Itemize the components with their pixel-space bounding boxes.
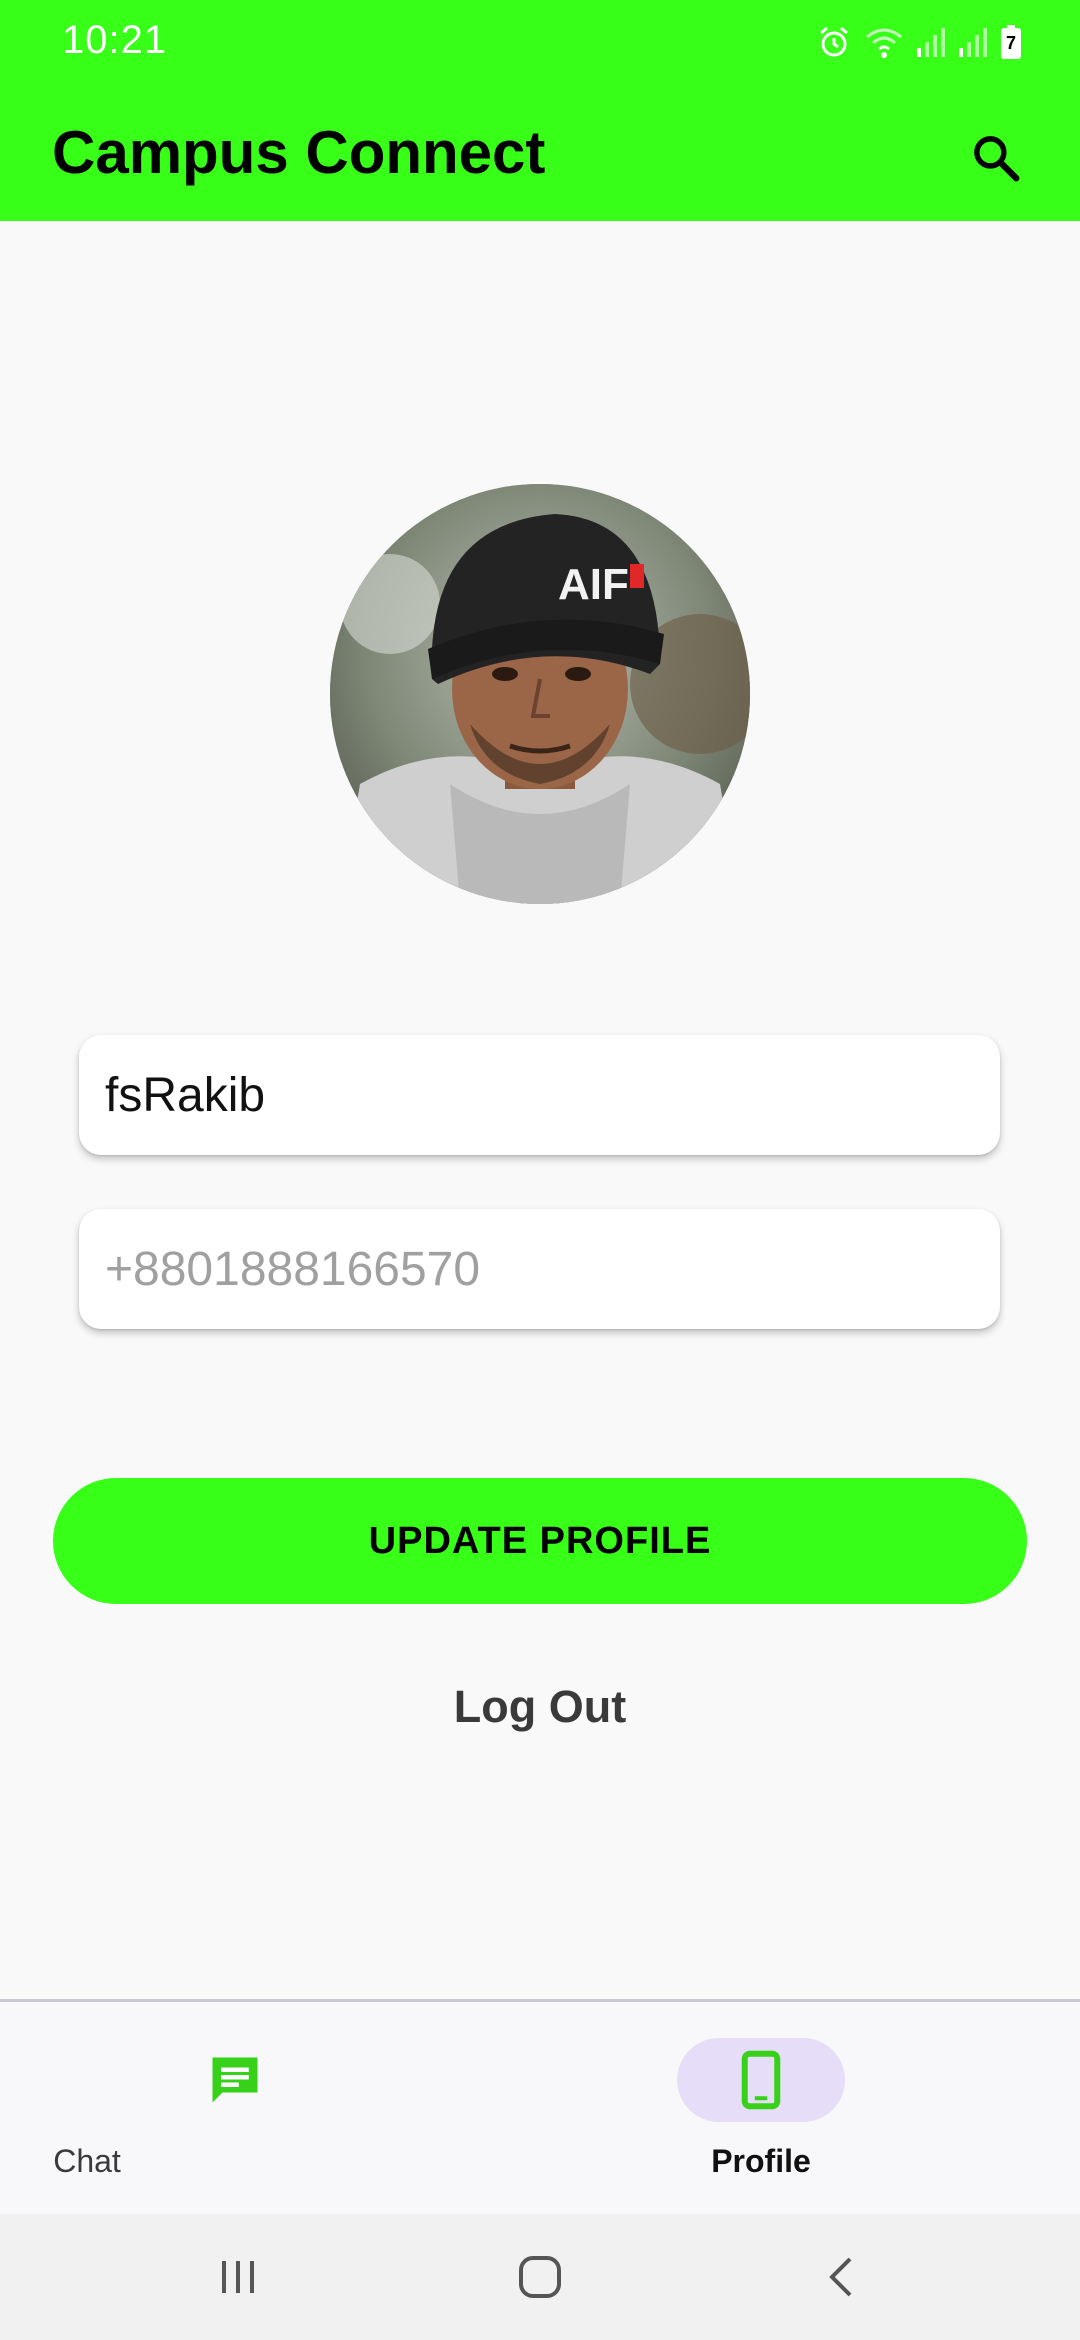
phone-icon <box>741 2050 781 2110</box>
wifi-icon <box>864 25 904 59</box>
status-icons: 7 <box>816 22 1022 62</box>
app-bar: 10:21 7 Campus Connect <box>0 0 1080 221</box>
nav-label-chat: Chat <box>53 2143 121 2179</box>
home-icon <box>519 2256 561 2298</box>
avatar-photo: AIF <box>330 484 750 904</box>
bottom-navigation: Chat Profile <box>0 1999 1080 2214</box>
username-field[interactable] <box>79 1035 1000 1155</box>
phone-input[interactable] <box>105 1209 974 1329</box>
signal-icon <box>916 26 946 58</box>
nav-item-profile[interactable]: Profile <box>540 2002 1080 2214</box>
nav-label-profile: Profile <box>711 2143 811 2179</box>
back-button[interactable] <box>802 2237 882 2317</box>
nav-item-chat[interactable]: Chat <box>0 2002 540 2214</box>
update-profile-button[interactable]: UPDATE PROFILE <box>53 1478 1027 1604</box>
home-button[interactable] <box>500 2237 580 2317</box>
svg-text:AIF: AIF <box>558 560 629 609</box>
profile-screen: 10:21 7 Campus Connect AIF fsRakib +8801… <box>0 0 1080 2340</box>
chat-icon <box>212 2057 258 2103</box>
recent-apps-button[interactable] <box>198 2237 278 2317</box>
logout-button[interactable]: Log Out <box>390 1672 690 1742</box>
signal-icon-sim2 <box>958 26 988 58</box>
profile-avatar[interactable]: AIF <box>330 484 750 904</box>
system-navigation-bar <box>0 2214 1080 2340</box>
recent-apps-icon <box>222 2261 254 2293</box>
battery-icon: 7 <box>1000 24 1022 60</box>
status-time: 10:21 <box>62 18 168 62</box>
back-icon <box>829 2257 852 2297</box>
battery-level: 7 <box>1005 33 1016 53</box>
nav-chat-icon-container <box>151 2038 319 2122</box>
username-input[interactable] <box>105 1035 974 1155</box>
alarm-icon <box>816 24 852 60</box>
app-title: Campus Connect <box>52 119 546 186</box>
phone-field[interactable] <box>79 1209 1000 1329</box>
nav-profile-icon-container <box>677 2038 845 2122</box>
search-button[interactable] <box>956 118 1036 198</box>
search-icon <box>974 136 1020 182</box>
